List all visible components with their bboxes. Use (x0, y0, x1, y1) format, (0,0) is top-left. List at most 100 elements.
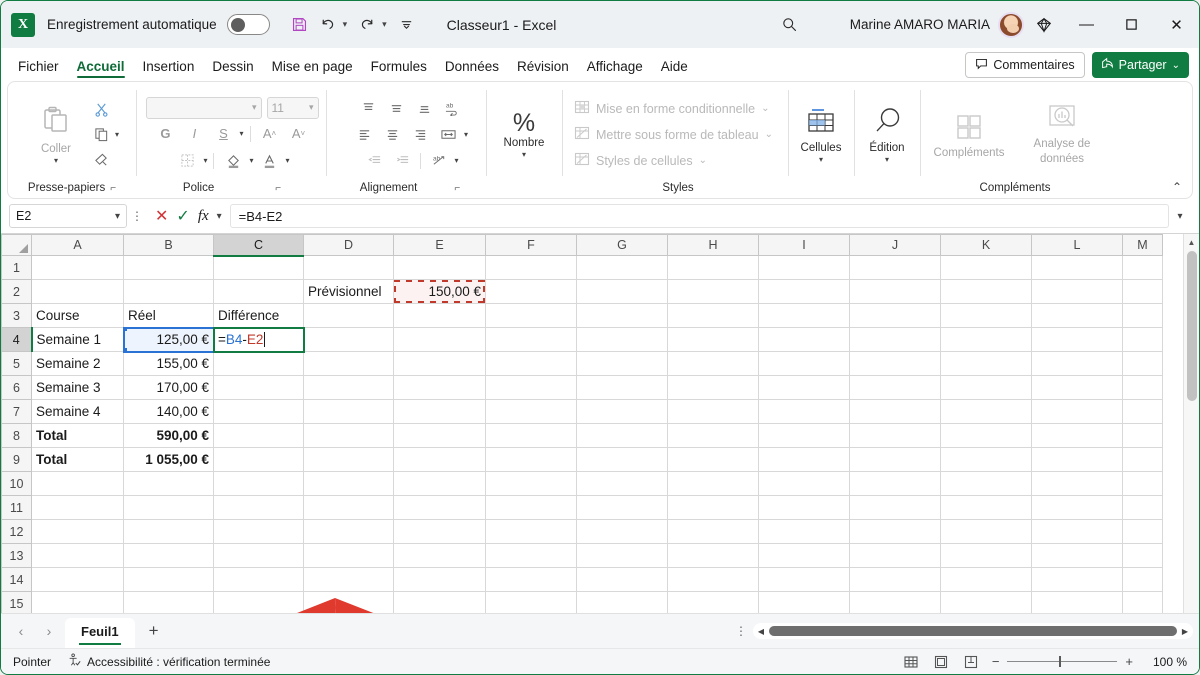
cell-d9[interactable] (303, 447, 394, 472)
cell-k1[interactable] (940, 255, 1032, 280)
cell-e3[interactable] (393, 303, 486, 328)
cell-i13[interactable] (758, 543, 850, 568)
cell-d5[interactable] (303, 351, 394, 376)
confirm-check-icon[interactable]: ✓ (176, 206, 189, 226)
cell-h13[interactable] (667, 543, 759, 568)
cell-i9[interactable] (758, 447, 850, 472)
cell-m4[interactable] (1122, 327, 1163, 352)
cell-a7[interactable]: Semaine 4 (31, 399, 124, 424)
cell-b12[interactable] (123, 519, 214, 544)
conditional-formatting-button[interactable]: Mise en forme conditionnelle ⌄ (568, 97, 776, 120)
cell-j9[interactable] (849, 447, 941, 472)
column-header-d[interactable]: D (303, 234, 394, 256)
cell-f15[interactable] (485, 591, 577, 613)
cell-c2[interactable] (213, 279, 304, 304)
cell-d7[interactable] (303, 399, 394, 424)
column-header-g[interactable]: G (576, 234, 668, 256)
cell-d13[interactable] (303, 543, 394, 568)
cell-d8[interactable] (303, 423, 394, 448)
cell-j14[interactable] (849, 567, 941, 592)
save-icon[interactable] (286, 11, 314, 39)
column-header-c[interactable]: C (213, 234, 304, 257)
column-header-l[interactable]: L (1031, 234, 1123, 256)
cell-m1[interactable] (1122, 255, 1163, 280)
italic-button[interactable]: I (181, 122, 207, 146)
cell-m7[interactable] (1122, 399, 1163, 424)
cell-c3[interactable]: Différence (213, 303, 304, 328)
cell-l10[interactable] (1031, 471, 1123, 496)
cell-k5[interactable] (940, 351, 1032, 376)
tab-mise-en-page[interactable]: Mise en page (263, 57, 362, 81)
cell-d3[interactable] (303, 303, 394, 328)
cell-i8[interactable] (758, 423, 850, 448)
cell-f12[interactable] (485, 519, 577, 544)
cell-i12[interactable] (758, 519, 850, 544)
cell-h6[interactable] (667, 375, 759, 400)
align-middle-icon[interactable] (383, 97, 409, 121)
cell-h4[interactable] (667, 327, 759, 352)
cell-h10[interactable] (667, 471, 759, 496)
cell-f1[interactable] (485, 255, 577, 280)
cell-m8[interactable] (1122, 423, 1163, 448)
row-header-14[interactable]: 14 (1, 567, 32, 592)
data-analysis-button[interactable]: Analyse de données (1019, 103, 1105, 166)
cell-i1[interactable] (758, 255, 850, 280)
cell-d10[interactable] (303, 471, 394, 496)
cell-m10[interactable] (1122, 471, 1163, 496)
cell-i15[interactable] (758, 591, 850, 613)
cell-a9[interactable]: Total (31, 447, 124, 472)
borders-dropdown-caret-icon[interactable]: ▾ (203, 156, 207, 165)
tab-aide[interactable]: Aide (652, 57, 697, 81)
horizontal-scrollbar[interactable]: ◀ ▶ (753, 623, 1193, 639)
decrease-indent-icon[interactable] (361, 149, 387, 173)
cell-c5[interactable] (213, 351, 304, 376)
cell-g13[interactable] (576, 543, 668, 568)
font-color-dropdown-caret-icon[interactable]: ▾ (286, 156, 290, 165)
page-break-preview-icon[interactable] (962, 653, 980, 671)
row-header-15[interactable]: 15 (1, 591, 32, 613)
cell-styles-button[interactable]: Styles de cellules ⌄ (568, 149, 713, 172)
column-header-e[interactable]: E (393, 234, 486, 256)
tab-accueil[interactable]: Accueil (68, 57, 134, 81)
cell-h3[interactable] (667, 303, 759, 328)
cell-k13[interactable] (940, 543, 1032, 568)
hscroll-right-arrow-icon[interactable]: ▶ (1179, 627, 1191, 636)
zoom-knob[interactable] (1059, 656, 1062, 667)
font-color-icon[interactable] (257, 149, 283, 173)
cell-e15[interactable] (393, 591, 486, 613)
cell-b3[interactable]: Réel (123, 303, 214, 328)
cell-g2[interactable] (576, 279, 668, 304)
cell-j3[interactable] (849, 303, 941, 328)
select-all-corner[interactable] (1, 234, 32, 256)
row-header-11[interactable]: 11 (1, 495, 32, 520)
formula-input[interactable]: =B4-E2 (229, 204, 1169, 228)
cell-g3[interactable] (576, 303, 668, 328)
cell-m14[interactable] (1122, 567, 1163, 592)
cell-l1[interactable] (1031, 255, 1123, 280)
align-center-icon[interactable] (380, 123, 406, 147)
cell-e11[interactable] (393, 495, 486, 520)
cells-button[interactable]: Cellules ▾ (792, 106, 850, 164)
zoom-out-button[interactable]: − (992, 654, 1000, 669)
vertical-scrollbar[interactable]: ▲ (1183, 234, 1199, 613)
cell-g8[interactable] (576, 423, 668, 448)
cell-l12[interactable] (1031, 519, 1123, 544)
number-format-button[interactable]: % Nombre ▾ (495, 110, 553, 159)
cell-i6[interactable] (758, 375, 850, 400)
scroll-up-arrow-icon[interactable]: ▲ (1184, 234, 1200, 250)
decrease-font-size-icon[interactable]: A ˅ (286, 122, 312, 146)
accessibility-status[interactable]: Accessibilité : vérification terminée (67, 653, 270, 670)
cell-a11[interactable] (31, 495, 124, 520)
sheet-tab-feuil1[interactable]: Feuil1 (65, 618, 135, 648)
zoom-in-button[interactable]: + (1125, 654, 1133, 669)
cell-l15[interactable] (1031, 591, 1123, 613)
row-header-3[interactable]: 3 (1, 303, 32, 328)
close-button[interactable]: ✕ (1154, 1, 1199, 48)
cell-h12[interactable] (667, 519, 759, 544)
cell-g6[interactable] (576, 375, 668, 400)
row-header-1[interactable]: 1 (1, 255, 32, 280)
column-header-j[interactable]: J (849, 234, 941, 256)
dialog-launcher-icon[interactable]: ⌐ (454, 183, 460, 194)
cell-k14[interactable] (940, 567, 1032, 592)
cell-c8[interactable] (213, 423, 304, 448)
